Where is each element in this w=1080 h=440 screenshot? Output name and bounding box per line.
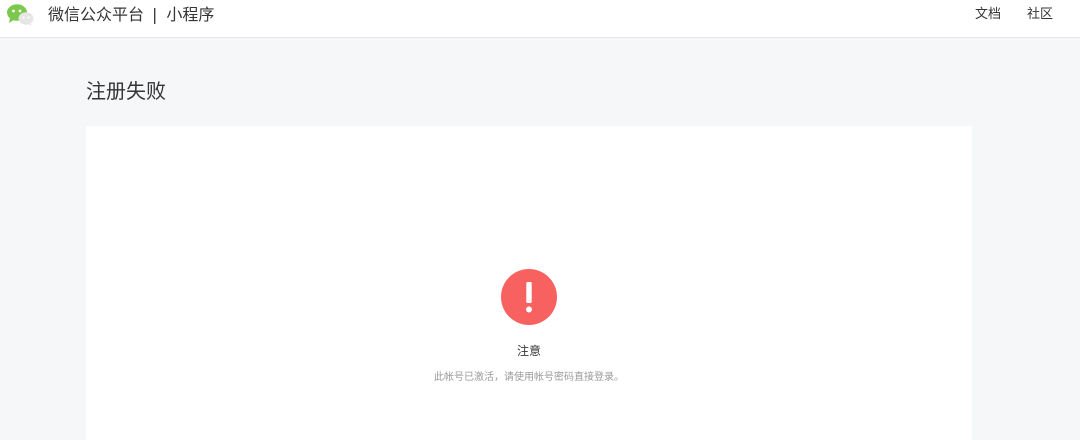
top-bar: 微信公众平台 | 小程序 文档 社区 <box>0 0 1080 38</box>
product-name: 小程序 <box>166 5 215 24</box>
warning-icon <box>501 269 557 325</box>
brand-separator: | <box>152 5 158 24</box>
wechat-logo-icon[interactable] <box>5 3 35 27</box>
notice-description: 此帐号已激活，请使用帐号密码直接登录。 <box>434 372 624 383</box>
notice-title: 注意 <box>516 344 541 358</box>
nav-docs-link[interactable]: 文档 <box>975 6 1001 24</box>
page-title: 注册失败 <box>86 79 166 103</box>
platform-title[interactable]: 微信公众平台 | 小程序 <box>48 4 214 26</box>
brand-name: 微信公众平台 <box>48 5 145 24</box>
result-card: 注意 此帐号已激活，请使用帐号密码直接登录。 <box>86 126 972 440</box>
nav-community-link[interactable]: 社区 <box>1027 6 1053 24</box>
